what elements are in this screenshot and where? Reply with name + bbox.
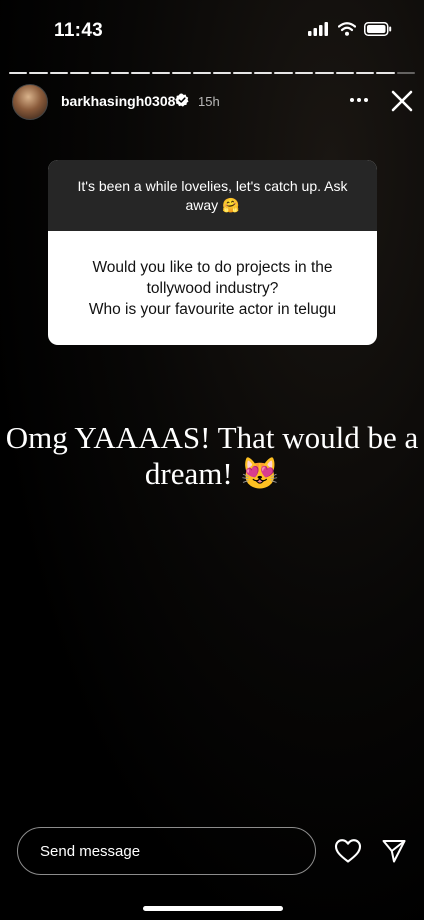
story-header: barkhasingh0308 15h <box>0 82 424 122</box>
story-progress-segment <box>315 72 334 74</box>
send-icon[interactable] <box>381 838 407 864</box>
story-progress-segment <box>151 72 171 74</box>
verified-badge-icon <box>175 93 189 107</box>
story-progress-segment <box>192 72 212 74</box>
close-icon[interactable] <box>389 88 415 114</box>
question-prompt: It's been a while lovelies, let's catch … <box>77 177 348 213</box>
story-progress-segment <box>111 72 130 74</box>
story-progress-segment <box>294 72 314 74</box>
answer-text: Omg YAAAAS! That would be a dream! 😻 <box>5 420 419 491</box>
question-sticker-header: It's been a while lovelies, let's catch … <box>48 160 377 231</box>
story-progress-segment <box>29 72 48 74</box>
question-line-2: Who is your favourite actor in telugu <box>88 300 337 318</box>
story-progress-segment <box>131 72 150 74</box>
question-line-1: Would you like to do projects in the tol… <box>92 258 333 297</box>
story-progress-segment <box>274 72 293 74</box>
story-progress-segment <box>9 72 28 74</box>
status-icons <box>308 22 392 36</box>
story-progress-segment <box>70 72 89 74</box>
heart-icon[interactable] <box>334 838 362 864</box>
story-time-ago: 15h <box>198 94 220 109</box>
status-time: 11:43 <box>54 20 104 41</box>
story-progress-segment <box>396 72 416 74</box>
send-message-placeholder: Send message <box>40 843 141 860</box>
story-progress-segment <box>355 72 375 74</box>
story-progress-segment <box>213 72 232 74</box>
story-progress-bar <box>9 72 416 74</box>
avatar[interactable] <box>12 84 48 120</box>
wifi-icon <box>338 22 356 36</box>
question-sticker-body: Would you like to do projects in the tol… <box>48 231 377 345</box>
story-progress-segment <box>253 72 273 74</box>
story-progress-segment <box>49 72 69 74</box>
question-text: Would you like to do projects in the tol… <box>58 257 367 320</box>
story-progress-segment <box>335 72 354 74</box>
story-progress-segment <box>376 72 395 74</box>
story-progress-segment <box>90 72 110 74</box>
signal-icon <box>308 22 328 36</box>
send-message-input[interactable]: Send message <box>17 827 316 875</box>
more-dots-icon[interactable] <box>346 90 372 110</box>
story-progress-segment <box>233 72 252 74</box>
story-progress-segment <box>172 72 191 74</box>
status-bar: 11:43 <box>0 0 424 60</box>
home-indicator[interactable] <box>143 906 283 911</box>
username[interactable]: barkhasingh0308 <box>61 93 175 109</box>
question-sticker: It's been a while lovelies, let's catch … <box>48 160 377 345</box>
battery-icon <box>364 22 392 36</box>
